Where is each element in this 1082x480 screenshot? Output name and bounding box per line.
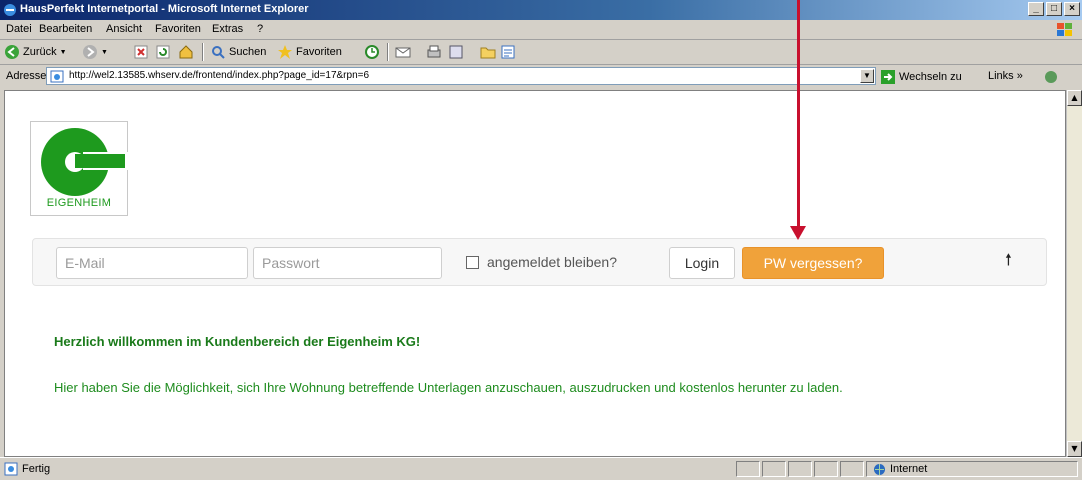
- login-bar: E-Mail Passwort angemeldet bleiben? Logi…: [32, 238, 1047, 286]
- history-icon[interactable]: [364, 44, 380, 60]
- menu-datei[interactable]: Datei: [6, 23, 32, 35]
- search-button[interactable]: Suchen: [210, 44, 266, 60]
- password-field[interactable]: Passwort: [253, 247, 442, 279]
- back-arrow-icon: [5, 45, 19, 59]
- toolbar-extension-icon[interactable]: [1043, 69, 1059, 85]
- go-label: Wechseln zu: [899, 71, 962, 83]
- status-panel: [814, 461, 838, 477]
- status-panel: [762, 461, 786, 477]
- status-text: Fertig: [22, 463, 51, 475]
- menu-bearbeiten[interactable]: Bearbeiten: [39, 23, 92, 35]
- back-label: Zurück: [23, 46, 57, 58]
- menu-bar: Datei Bearbeiten Ansicht Favoriten Extra…: [0, 20, 1082, 40]
- page-status-icon: [4, 462, 18, 476]
- address-label: Adresse: [6, 70, 47, 82]
- login-button[interactable]: Login: [669, 247, 735, 279]
- remember-label: angemeldet bleiben?: [487, 254, 617, 270]
- search-icon: [212, 46, 225, 59]
- ie-icon: [4, 4, 16, 16]
- eigenheim-logo-mark: [41, 128, 129, 196]
- edit-icon[interactable]: [448, 44, 464, 60]
- status-left: Fertig: [4, 462, 50, 476]
- favorites-button[interactable]: Favoriten: [277, 44, 342, 60]
- up-arrow-icon[interactable]: 🠕: [1005, 249, 1012, 276]
- status-panel: [840, 461, 864, 477]
- chevron-down-icon: ▼: [59, 48, 67, 56]
- menu-extras[interactable]: Extras: [212, 23, 243, 35]
- menu-favoriten[interactable]: Favoriten: [155, 23, 201, 35]
- forgot-password-button[interactable]: PW vergessen?: [742, 247, 884, 279]
- home-icon[interactable]: [178, 44, 194, 60]
- status-bar: Fertig Internet: [0, 457, 1082, 480]
- zone-panel: Internet: [866, 461, 1078, 477]
- address-dropdown[interactable]: ▼: [860, 69, 874, 83]
- vertical-scrollbar[interactable]: ▲ ▼: [1066, 90, 1082, 457]
- globe-icon: [874, 463, 885, 475]
- print-icon[interactable]: [426, 44, 442, 60]
- maximize-button[interactable]: □: [1046, 2, 1062, 16]
- mail-icon[interactable]: [395, 44, 411, 60]
- annotation-arrow-head: [790, 226, 806, 240]
- title-bar: HausPerfekt Internetportal - Microsoft I…: [0, 0, 1082, 20]
- scroll-down-button[interactable]: ▼: [1067, 441, 1082, 457]
- eigenheim-logo: EIGENHEIM: [30, 121, 129, 216]
- search-label: Suchen: [229, 46, 267, 58]
- scroll-up-button[interactable]: ▲: [1067, 90, 1082, 106]
- address-url: http://wel2.13585.whserv.de/frontend/ind…: [69, 70, 370, 81]
- star-icon: [278, 45, 292, 59]
- logo-text: EIGENHEIM: [46, 197, 112, 209]
- folder-icon[interactable]: [480, 44, 496, 60]
- remember-checkbox[interactable]: [466, 256, 479, 269]
- status-panel: [788, 461, 812, 477]
- menu-ansicht[interactable]: Ansicht: [106, 23, 142, 35]
- chevron-down-icon: ▼: [101, 48, 108, 56]
- minimize-button[interactable]: _: [1028, 2, 1044, 16]
- stop-icon[interactable]: [133, 44, 149, 60]
- toolbar: Zurück ▼ ▼ Suchen Favoriten: [0, 40, 1082, 65]
- favorites-label: Favoriten: [296, 46, 342, 58]
- research-icon[interactable]: [500, 44, 516, 60]
- links-label[interactable]: Links »: [988, 70, 1023, 82]
- forward-button[interactable]: ▼: [82, 44, 108, 60]
- go-arrow-icon: [881, 70, 895, 84]
- windows-logo-icon: [1057, 23, 1072, 36]
- email-field[interactable]: E-Mail: [56, 247, 248, 279]
- address-input[interactable]: http://wel2.13585.whserv.de/frontend/ind…: [46, 67, 876, 85]
- zone-label: Internet: [890, 463, 928, 475]
- intro-text: Hier haben Sie die Möglichkeit, sich Ihr…: [54, 380, 843, 395]
- refresh-icon[interactable]: [155, 44, 171, 60]
- window-title: HausPerfekt Internetportal - Microsoft I…: [20, 3, 309, 15]
- page-icon: [50, 70, 64, 83]
- annotation-arrow-line: [797, 0, 800, 232]
- welcome-heading: Herzlich willkommen im Kundenbereich der…: [54, 334, 421, 349]
- back-button[interactable]: Zurück ▼: [4, 44, 67, 60]
- status-panel: [736, 461, 760, 477]
- go-button[interactable]: Wechseln zu: [880, 69, 962, 85]
- page-viewport: EIGENHEIM E-Mail Passwort angemeldet ble…: [4, 90, 1066, 457]
- menu-help[interactable]: ?: [257, 23, 263, 35]
- forward-arrow-icon: [83, 45, 97, 59]
- address-bar: Adresse http://wel2.13585.whserv.de/fron…: [0, 65, 1082, 89]
- close-button[interactable]: ×: [1064, 2, 1080, 16]
